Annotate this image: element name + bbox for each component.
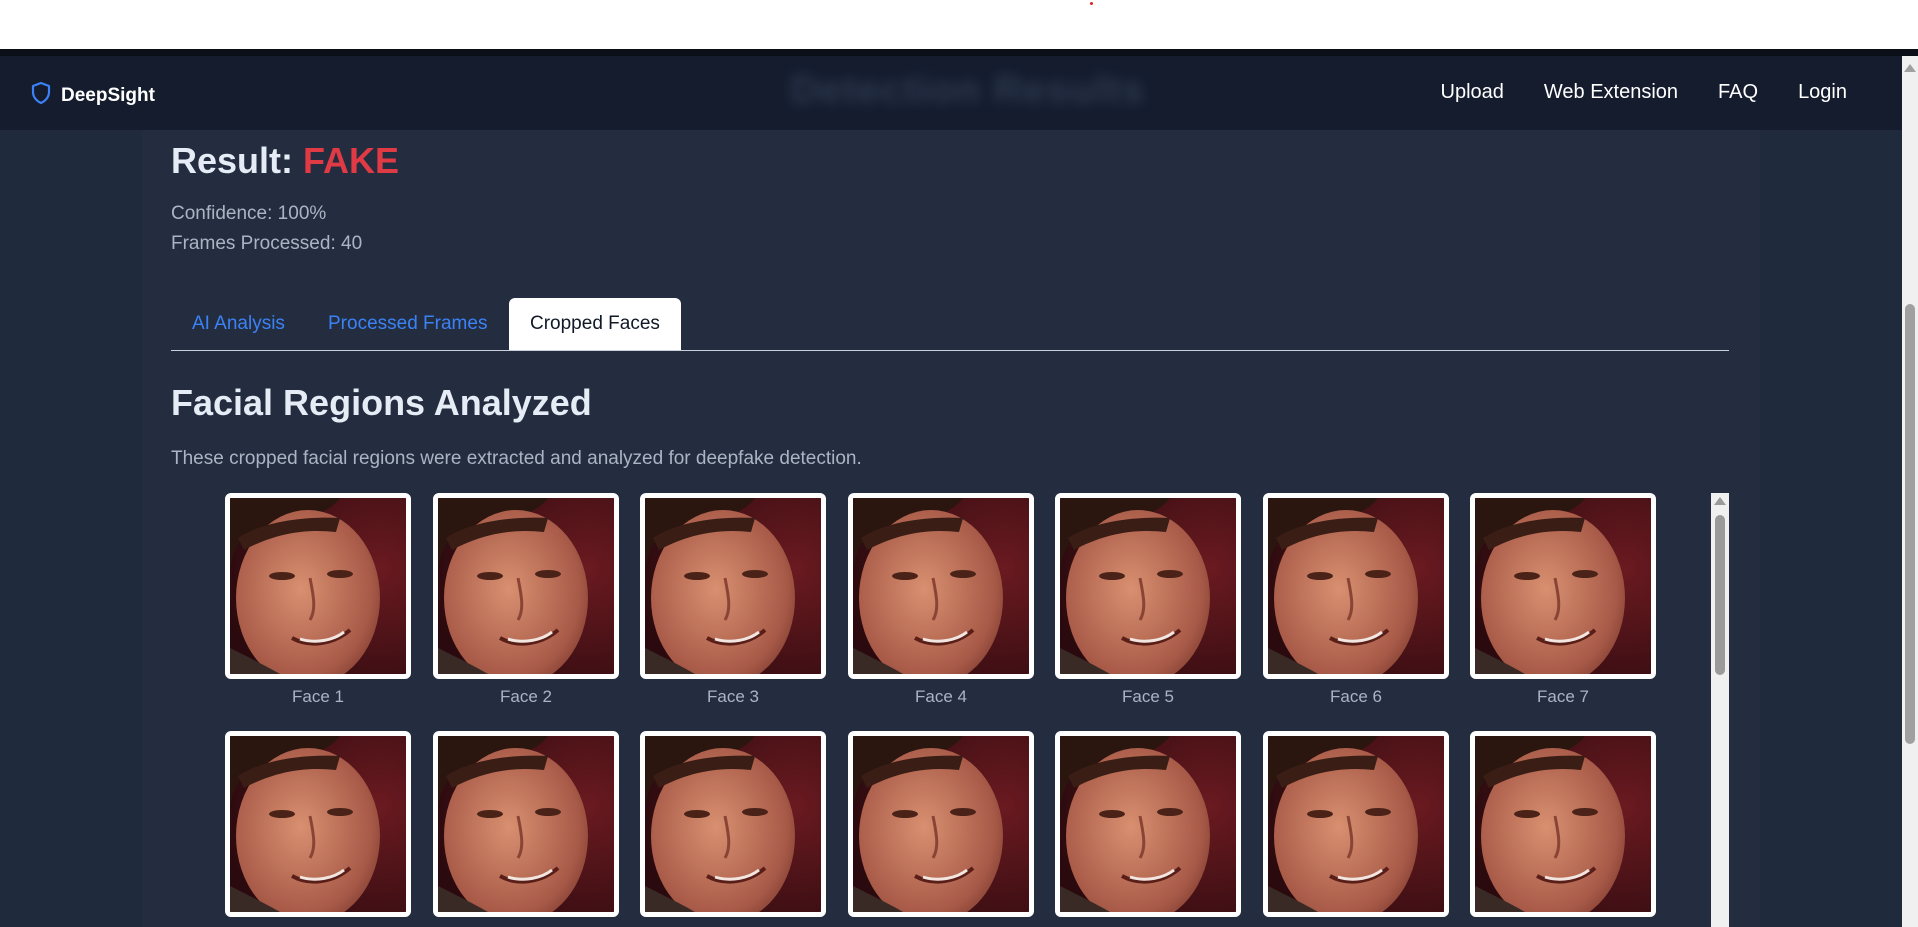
face-thumbnail[interactable] [225, 731, 411, 917]
face-thumbnail[interactable] [640, 731, 826, 917]
tab-processed-frames[interactable]: Processed Frames [307, 298, 508, 350]
face-label: Face 7 [1537, 687, 1589, 706]
nav-web-extension-link[interactable]: Web Extension [1544, 81, 1678, 104]
face-card[interactable] [1055, 731, 1241, 925]
face-card[interactable] [225, 731, 411, 925]
face-card[interactable]: Face 6 [1263, 493, 1449, 707]
face-thumbnail[interactable] [1263, 493, 1449, 679]
face-thumbnail[interactable] [640, 493, 826, 679]
brand[interactable]: DeepSight [31, 81, 155, 109]
page-scrollbar-thumb[interactable] [1905, 304, 1915, 744]
face-thumbnail[interactable] [1055, 731, 1241, 917]
nav-links: Upload Web Extension FAQ Login [1441, 81, 1848, 104]
ghost-page-title: Detection Results [790, 68, 1145, 112]
results-tabs: AI Analysis Processed Frames Cropped Fac… [171, 298, 1729, 351]
face-thumbnail[interactable] [433, 493, 619, 679]
nav-login-link[interactable]: Login [1798, 81, 1847, 104]
brand-name: DeepSight [61, 84, 155, 106]
face-card[interactable]: Face 7 [1470, 493, 1656, 707]
nav-faq-link[interactable]: FAQ [1718, 81, 1758, 104]
face-label: Face 3 [707, 687, 759, 706]
shield-icon [31, 81, 51, 109]
face-card[interactable] [1263, 731, 1449, 925]
face-thumbnail[interactable] [848, 493, 1034, 679]
faces-grid: Face 1 Face 2 Face 3 Face 4 Face 5 Face … [171, 493, 1729, 927]
face-card[interactable] [848, 731, 1034, 925]
face-thumbnail[interactable] [225, 493, 411, 679]
face-thumbnail[interactable] [1470, 493, 1656, 679]
face-thumbnail[interactable] [1055, 493, 1241, 679]
page-scrollbar[interactable] [1902, 56, 1918, 927]
scroll-up-arrow-icon[interactable] [1904, 64, 1916, 72]
face-card[interactable] [1470, 731, 1656, 925]
results-panel: Result: FAKE Confidence: 100% Frames Pro… [142, 130, 1760, 927]
frames-processed-text: Frames Processed: 40 [171, 233, 363, 254]
browser-top-strip [0, 0, 1918, 49]
section-description: These cropped facial regions were extrac… [171, 448, 862, 469]
scrollbar-thumb[interactable] [1715, 515, 1725, 675]
face-card[interactable]: Face 4 [848, 493, 1034, 707]
face-card[interactable]: Face 5 [1055, 493, 1241, 707]
result-verdict: FAKE [303, 140, 400, 181]
face-card[interactable]: Face 2 [433, 493, 619, 707]
window-border [0, 49, 1918, 56]
result-prefix: Result: [171, 140, 304, 181]
face-card[interactable] [433, 731, 619, 925]
section-title: Facial Regions Analyzed [171, 382, 592, 423]
faces-scrollbar[interactable] [1711, 493, 1729, 927]
face-card[interactable] [640, 731, 826, 925]
result-heading: Result: FAKE [171, 140, 399, 182]
tab-ai-analysis[interactable]: AI Analysis [171, 298, 306, 350]
confidence-text: Confidence: 100% [171, 203, 327, 224]
face-thumbnail[interactable] [1263, 731, 1449, 917]
scroll-up-arrow-icon[interactable] [1714, 497, 1726, 505]
face-thumbnail[interactable] [433, 731, 619, 917]
indicator-dot [1090, 2, 1093, 5]
face-thumbnail[interactable] [1470, 731, 1656, 917]
face-card[interactable]: Face 3 [640, 493, 826, 707]
face-label: Face 1 [292, 687, 344, 706]
face-thumbnail[interactable] [848, 731, 1034, 917]
face-label: Face 4 [915, 687, 967, 706]
face-label: Face 5 [1122, 687, 1174, 706]
face-label: Face 6 [1330, 687, 1382, 706]
top-navbar: DeepSight Detection Results Upload Web E… [0, 56, 1902, 130]
tab-cropped-faces[interactable]: Cropped Faces [509, 298, 681, 350]
face-label: Face 2 [500, 687, 552, 706]
nav-upload-link[interactable]: Upload [1441, 81, 1504, 104]
face-card[interactable]: Face 1 [225, 493, 411, 707]
